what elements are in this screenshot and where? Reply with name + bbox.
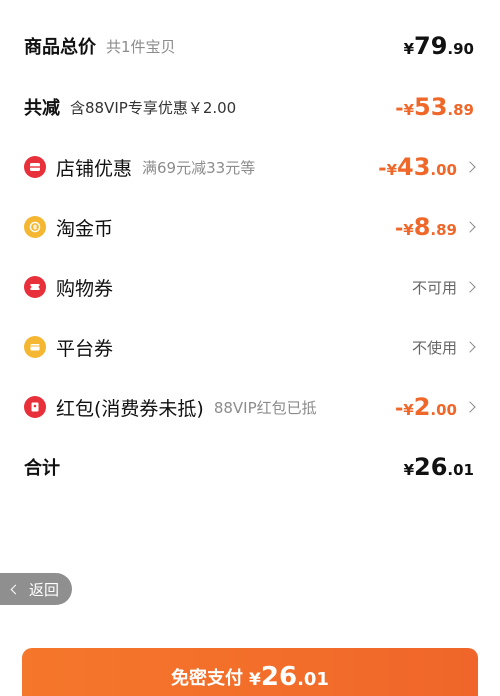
chevron-left-icon (10, 584, 21, 594)
taojinbi-row[interactable]: 淘金币 - ¥ 8 .89 (0, 207, 500, 247)
goods-total-label: 商品总价 (24, 37, 96, 58)
chevron-right-icon (464, 281, 476, 293)
red-envelope-price: - ¥ 2 .00 (394, 393, 457, 421)
platform-coupon-status: 不使用 (411, 338, 457, 357)
order-summary-sheet: 商品总价 共1件宝贝 ¥ 79 .90 共减 含88VIP专享优惠￥2.00 -… (0, 0, 500, 696)
platform-coupon-icon (24, 336, 46, 358)
shopping-voucher-label: 购物券 (56, 277, 114, 300)
store-discount-row[interactable]: 店铺优惠 满69元减33元等 - ¥ 43 .00 (0, 147, 500, 187)
red-envelope-label: 红包(消费券未抵) (56, 397, 204, 420)
grand-total-price: ¥ 26 .01 (403, 453, 474, 481)
platform-coupon-label: 平台券 (56, 337, 114, 360)
back-button-label: 返回 (29, 580, 60, 599)
store-discount-detail: 满69元减33元等 (142, 158, 256, 177)
back-button[interactable]: 返回 (0, 573, 72, 605)
shopping-voucher-status: 不可用 (411, 278, 457, 297)
shopping-voucher-icon (24, 276, 46, 298)
pay-button-amount: ¥ 26 .01 (249, 662, 329, 692)
password-free-pay-button[interactable]: 免密支付 ¥ 26 .01 (22, 648, 478, 696)
grand-total-label: 合计 (24, 458, 60, 479)
store-coupon-icon (24, 156, 46, 178)
chevron-right-icon (464, 341, 476, 353)
store-discount-label: 店铺优惠 (56, 157, 133, 180)
taojinbi-price: - ¥ 8 .89 (394, 213, 457, 241)
store-discount-price: - ¥ 43 .00 (378, 153, 457, 181)
reduction-price: - ¥ 53 .89 (395, 93, 474, 121)
goods-total-row: 商品总价 共1件宝贝 ¥ 79 .90 (0, 26, 500, 66)
shopping-voucher-row[interactable]: 购物券 不可用 (0, 267, 500, 307)
red-envelope-detail: 88VIP红包已抵 (213, 398, 317, 417)
gold-coin-icon (24, 216, 46, 238)
platform-coupon-row[interactable]: 平台券 不使用 (0, 327, 500, 367)
chevron-right-icon (464, 161, 476, 173)
pay-button-label: 免密支付 (171, 668, 244, 689)
goods-count: 共1件宝贝 (106, 37, 176, 56)
chevron-right-icon (464, 221, 476, 233)
reduction-detail: 含88VIP专享优惠￥2.00 (70, 98, 237, 117)
red-envelope-row[interactable]: 红包(消费券未抵) 88VIP红包已抵 - ¥ 2 .00 (0, 387, 500, 427)
chevron-right-icon (464, 401, 476, 413)
goods-total-price: ¥ 79 .90 (403, 32, 474, 60)
red-envelope-icon (24, 396, 46, 418)
total-reduction-row: 共减 含88VIP专享优惠￥2.00 - ¥ 53 .89 (0, 87, 500, 127)
reduction-label: 共减 (24, 98, 60, 119)
taojinbi-label: 淘金币 (56, 217, 114, 240)
grand-total-row: 合计 ¥ 26 .01 (0, 447, 500, 487)
